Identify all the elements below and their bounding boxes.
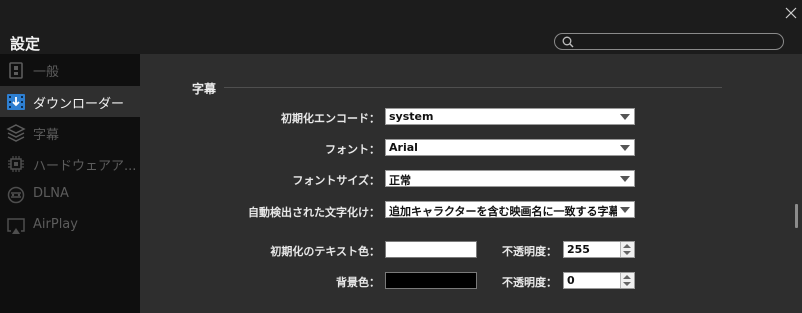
initial-encoding-label: 初期化エンコード： bbox=[281, 112, 380, 125]
sidebar-item-downloader[interactable]: ダウンローダー bbox=[0, 86, 140, 117]
subtitle-layers-icon bbox=[6, 124, 26, 142]
spinbox-buttons bbox=[620, 242, 634, 257]
auto-detected-charset-select[interactable]: 追加キャラクターを含む映画名に一致する字幕: bbox=[385, 201, 635, 218]
chevron-down-icon bbox=[620, 207, 630, 213]
increment-arrow-icon[interactable] bbox=[623, 244, 631, 248]
select-value: 正常 bbox=[389, 174, 411, 187]
airplay-icon bbox=[7, 218, 25, 234]
text-opacity-label: 不透明度： bbox=[502, 245, 557, 258]
chevron-down-icon bbox=[620, 114, 630, 120]
sidebar-item-dlna[interactable]: DLNA bbox=[0, 179, 140, 210]
sidebar-item-label: ハードウェアア... bbox=[33, 159, 137, 174]
section-divider bbox=[224, 87, 722, 88]
chevron-down-icon bbox=[620, 145, 630, 151]
scrollbar-thumb[interactable] bbox=[795, 204, 798, 228]
search-icon bbox=[562, 36, 574, 48]
close-icon[interactable] bbox=[783, 5, 799, 21]
sidebar-item-label: 字幕 bbox=[33, 128, 60, 143]
spinbox-value: 0 bbox=[567, 274, 575, 287]
font-size-label: フォントサイズ： bbox=[292, 174, 380, 187]
sidebar-item-label: AirPlay bbox=[33, 217, 78, 232]
chip-icon bbox=[8, 156, 24, 172]
dlna-icon bbox=[7, 186, 25, 204]
title-bar: 設定 bbox=[0, 0, 802, 54]
font-label: フォント： bbox=[325, 143, 380, 156]
download-icon bbox=[7, 94, 25, 110]
background-color-label: 背景色： bbox=[336, 276, 380, 289]
text-color-swatch[interactable] bbox=[385, 241, 477, 258]
text-opacity-spinbox[interactable]: 255 bbox=[563, 241, 635, 258]
sidebar-item-airplay[interactable]: AirPlay bbox=[0, 210, 140, 241]
spinbox-buttons bbox=[620, 273, 634, 288]
background-opacity-spinbox[interactable]: 0 bbox=[563, 272, 635, 289]
settings-sidebar: 一般 ダウンローダー 字幕 ハードウェアア... DLNA AirPlay bbox=[0, 54, 140, 313]
window-title: 設定 bbox=[10, 35, 41, 53]
decrement-arrow-icon[interactable] bbox=[623, 282, 631, 286]
spinbox-value: 255 bbox=[567, 243, 590, 256]
text-color-label: 初期化のテキスト色： bbox=[270, 245, 380, 258]
sidebar-item-general[interactable]: 一般 bbox=[0, 54, 140, 85]
select-value: 追加キャラクターを含む映画名に一致する字幕: bbox=[389, 205, 617, 218]
select-value: Arial bbox=[389, 141, 418, 154]
auto-detected-charset-label: 自動検出された文字化け： bbox=[248, 206, 380, 219]
background-opacity-label: 不透明度： bbox=[502, 276, 557, 289]
select-value: system bbox=[389, 110, 434, 123]
sidebar-item-hardware-acceleration[interactable]: ハードウェアア... bbox=[0, 148, 140, 179]
chevron-down-icon bbox=[620, 176, 630, 182]
section-title: 字幕 bbox=[192, 82, 217, 96]
decrement-arrow-icon[interactable] bbox=[623, 251, 631, 255]
search-input[interactable] bbox=[577, 34, 777, 49]
initial-encoding-select[interactable]: system bbox=[385, 108, 635, 125]
font-select[interactable]: Arial bbox=[385, 139, 635, 156]
sidebar-item-label: 一般 bbox=[33, 65, 60, 80]
increment-arrow-icon[interactable] bbox=[623, 275, 631, 279]
sidebar-item-label: ダウンローダー bbox=[33, 97, 125, 112]
font-size-select[interactable]: 正常 bbox=[385, 170, 635, 187]
sidebar-item-label: DLNA bbox=[33, 186, 69, 201]
sidebar-item-subtitles[interactable]: 字幕 bbox=[0, 117, 140, 148]
general-icon bbox=[9, 62, 23, 79]
settings-content: 字幕 初期化エンコード： system フォント： Arial フォントサイズ：… bbox=[140, 54, 802, 313]
search-box[interactable] bbox=[554, 33, 784, 50]
background-color-swatch[interactable] bbox=[385, 272, 477, 289]
